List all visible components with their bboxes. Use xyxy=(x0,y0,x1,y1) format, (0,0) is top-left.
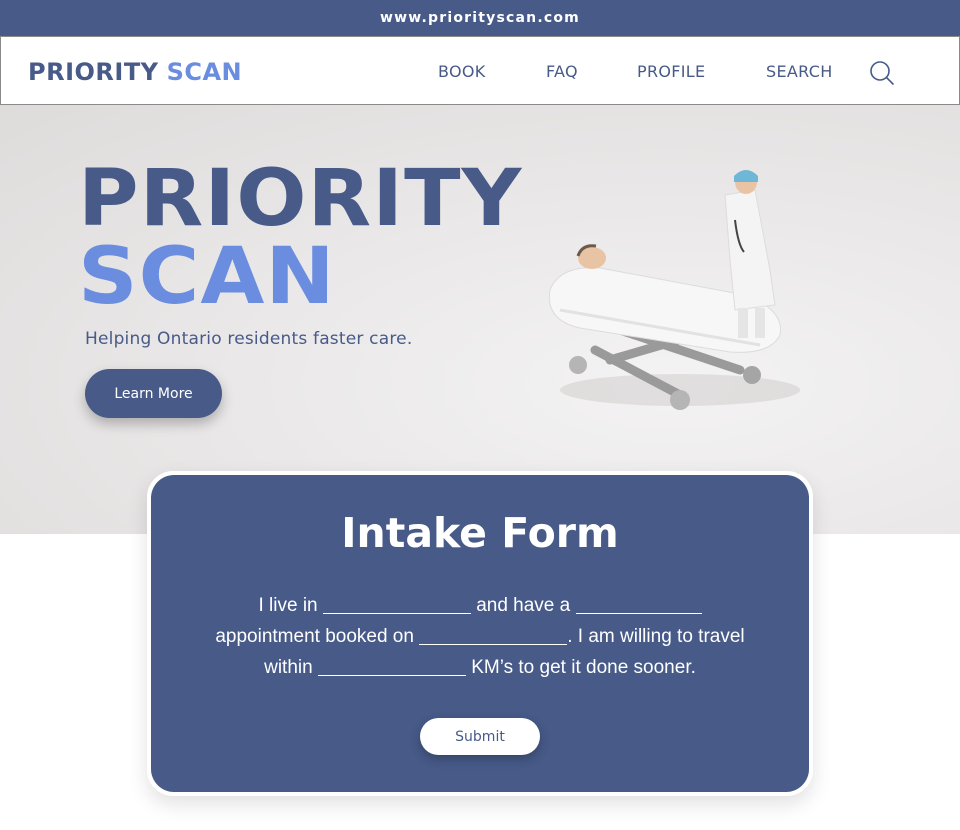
hero-title-line1: PRIORITY xyxy=(78,154,523,244)
search-icon[interactable] xyxy=(868,59,896,87)
brand-word-scan: SCAN xyxy=(166,57,243,86)
appointment-type-input[interactable] xyxy=(575,594,702,614)
hero-image xyxy=(548,170,800,410)
form-text-2: and have a xyxy=(476,595,571,616)
form-text-3: appointment booked on xyxy=(215,626,414,647)
hero-title: PRIORITY SCAN xyxy=(78,160,521,316)
distance-input[interactable] xyxy=(317,656,466,676)
top-nav: PRIORITY SCAN BOOK FAQ PROFILE SEARCH xyxy=(0,36,960,105)
learn-more-button[interactable]: Learn More xyxy=(85,369,222,418)
form-title: Intake Form xyxy=(341,509,619,557)
location-input[interactable] xyxy=(322,594,471,614)
nav-search[interactable]: SEARCH xyxy=(766,37,833,106)
form-text-1: I live in xyxy=(258,595,318,616)
hero-tagline: Helping Ontario residents faster care. xyxy=(85,329,413,349)
appointment-date-input[interactable] xyxy=(419,625,568,645)
brand-word-priority: PRIORITY xyxy=(28,57,159,86)
form-text-5: KM’s to get it done sooner. xyxy=(471,657,696,678)
brand-logo[interactable]: PRIORITY SCAN xyxy=(28,37,242,106)
nav-book[interactable]: BOOK xyxy=(438,37,486,106)
nav-faq[interactable]: FAQ xyxy=(546,37,578,106)
hero-section: PRIORITY SCAN Helping Ontario residents … xyxy=(0,105,960,534)
intake-form: Intake Form I live in and have a appoint… xyxy=(151,475,809,792)
submit-button[interactable]: Submit xyxy=(420,718,540,755)
form-body: I live in and have a appointment booked … xyxy=(191,590,769,683)
url-text: www.priorityscan.com xyxy=(380,10,580,26)
url-bar[interactable]: www.priorityscan.com xyxy=(0,0,960,36)
hero-title-line2: SCAN xyxy=(78,232,336,322)
nav-profile[interactable]: PROFILE xyxy=(637,37,705,106)
